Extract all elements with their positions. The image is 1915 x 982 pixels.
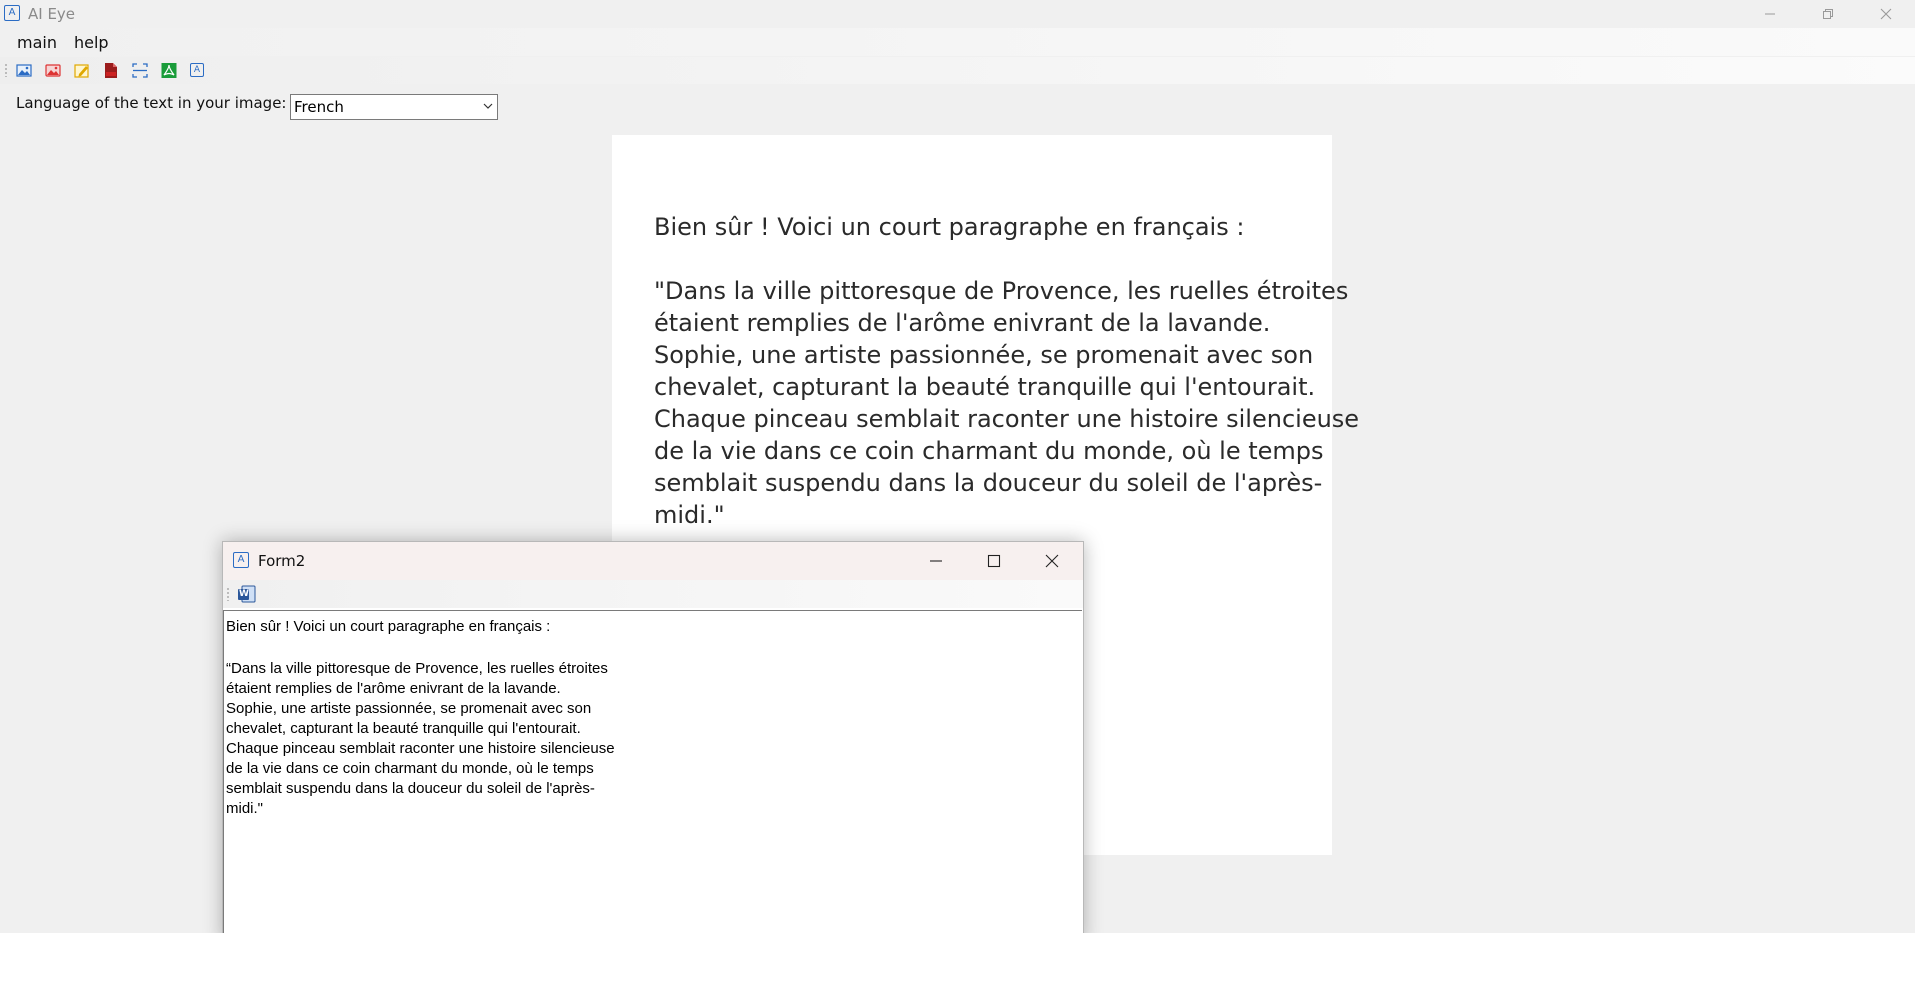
form2-title-bar[interactable]: A Form2 bbox=[223, 542, 1083, 580]
maximize-icon bbox=[987, 554, 1001, 568]
language-select-value: French bbox=[294, 98, 344, 116]
menu-bar: main help bbox=[0, 28, 1915, 56]
app-logo-icon: A bbox=[4, 5, 20, 21]
result-heading-text: Bien sûr ! Voici un court paragraphe en … bbox=[226, 618, 551, 635]
form2-toolbar-grip[interactable] bbox=[227, 587, 229, 601]
language-select[interactable]: French bbox=[290, 94, 498, 120]
word-icon-letter: W bbox=[239, 589, 249, 599]
form2-title: Form2 bbox=[258, 552, 306, 570]
chevron-down-icon bbox=[483, 103, 493, 109]
minimize-icon bbox=[930, 560, 942, 562]
result-textbox[interactable]: Bien sûr ! Voici un court paragraphe en … bbox=[223, 610, 1082, 933]
form2-close-button[interactable] bbox=[1029, 547, 1075, 575]
form2-maximize-button[interactable] bbox=[971, 547, 1017, 575]
close-button[interactable] bbox=[1857, 0, 1915, 28]
result-paragraph-text: “Dans la ville pittoresque de Provence, … bbox=[226, 660, 615, 817]
minimize-icon bbox=[1765, 13, 1775, 15]
language-label: Language of the text in your image: bbox=[16, 94, 287, 112]
open-image-button[interactable] bbox=[15, 62, 33, 79]
acrobat-icon bbox=[161, 63, 177, 78]
menu-main[interactable]: main bbox=[17, 33, 57, 52]
ocr-text-button[interactable]: A bbox=[189, 62, 207, 79]
edit-image-icon bbox=[74, 64, 89, 78]
export-word-button[interactable]: W bbox=[237, 584, 257, 604]
restore-icon bbox=[1823, 9, 1833, 19]
acrobat-button[interactable] bbox=[160, 62, 178, 79]
title-bar[interactable]: A AI Eye bbox=[0, 0, 1915, 28]
scan-icon bbox=[132, 63, 148, 78]
form2-logo-icon: A bbox=[233, 552, 249, 568]
toolbar-grip[interactable] bbox=[5, 63, 7, 77]
open-image-icon bbox=[16, 64, 32, 77]
pdf-icon bbox=[105, 63, 117, 78]
image-heading-text: Bien sûr ! Voici un court paragraphe en … bbox=[654, 213, 1245, 241]
pdf-button[interactable] bbox=[102, 62, 120, 79]
close-icon bbox=[1880, 8, 1892, 20]
window-title: AI Eye bbox=[28, 5, 76, 23]
menu-help[interactable]: help bbox=[74, 33, 109, 52]
image-paragraph-text: "Dans la ville pittoresque de Provence, … bbox=[654, 277, 1360, 529]
minimize-button[interactable] bbox=[1741, 0, 1799, 28]
image-alt-button[interactable] bbox=[44, 62, 62, 79]
restore-button[interactable] bbox=[1799, 0, 1857, 28]
form2-minimize-button[interactable] bbox=[913, 547, 959, 575]
edit-image-button[interactable] bbox=[73, 62, 91, 79]
main-window: A AI Eye main help A Language of the tex… bbox=[0, 0, 1915, 933]
image-alt-icon bbox=[45, 64, 61, 77]
toolbar: A bbox=[0, 57, 1915, 84]
close-icon bbox=[1045, 554, 1059, 568]
ocr-text-icon: A bbox=[190, 63, 204, 77]
form2-dialog: A Form2 W Bien sûr ! Voici un court para… bbox=[222, 541, 1084, 933]
form2-toolbar: W bbox=[223, 580, 1083, 608]
scan-button[interactable] bbox=[131, 62, 149, 79]
